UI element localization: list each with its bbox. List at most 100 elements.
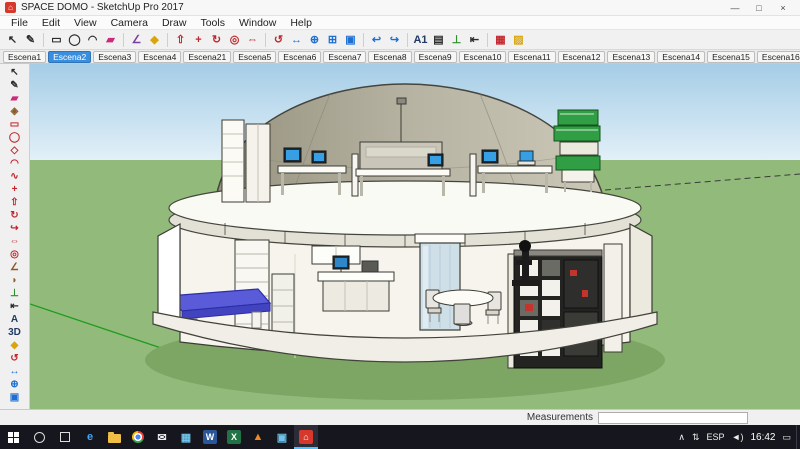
- menu-draw[interactable]: Draw: [155, 16, 194, 30]
- taskbar-edge-icon[interactable]: e: [78, 425, 102, 449]
- rotate-tool-icon[interactable]: ↻: [208, 31, 225, 48]
- scene-tab-escena4[interactable]: Escena4: [138, 51, 181, 63]
- follow-me-tool-icon[interactable]: ↪: [3, 222, 27, 235]
- zoom-extents-tool-icon[interactable]: ▣: [342, 31, 359, 48]
- scene-tab-escena12[interactable]: Escena12: [558, 51, 606, 63]
- taskbar-word-icon[interactable]: W: [198, 425, 222, 449]
- 3d-viewport[interactable]: [30, 64, 800, 409]
- rotate-tool-icon[interactable]: ↻: [3, 209, 27, 222]
- zoom-tool-icon[interactable]: ⊕: [3, 378, 27, 391]
- zoom-tool-icon[interactable]: ⊕: [306, 31, 323, 48]
- scene-tab-escena9[interactable]: Escena9: [414, 51, 457, 63]
- pan-tool-icon[interactable]: ↔: [3, 365, 27, 378]
- minimize-button[interactable]: —: [723, 1, 747, 15]
- scene-tab-escena6[interactable]: Escena6: [278, 51, 321, 63]
- maximize-button[interactable]: □: [747, 1, 771, 15]
- menu-file[interactable]: File: [4, 16, 35, 30]
- select-tool-icon[interactable]: ↖: [3, 66, 27, 79]
- arc-tool-icon[interactable]: ◠: [3, 157, 27, 170]
- arc-tool-icon[interactable]: ◠: [84, 31, 101, 48]
- scale-tool-icon[interactable]: ⇔: [244, 31, 261, 48]
- axes-tool-icon[interactable]: ⊥: [448, 31, 465, 48]
- orbit-tool-icon[interactable]: ↺: [3, 352, 27, 365]
- eraser-tool-icon[interactable]: ▰: [3, 92, 27, 105]
- tray-clock[interactable]: 16:42: [750, 432, 775, 443]
- taskbar-sketchup-icon[interactable]: ⌂: [294, 425, 318, 449]
- rectangle-tool-icon[interactable]: ▭: [48, 31, 65, 48]
- move-tool-icon[interactable]: +: [190, 31, 207, 48]
- rectangle-tool-icon[interactable]: ▭: [3, 118, 27, 131]
- text-tool-icon[interactable]: A: [3, 313, 27, 326]
- circle-tool-icon[interactable]: ◯: [3, 131, 27, 144]
- line-tool-icon[interactable]: ✎: [3, 79, 27, 92]
- scene-tab-escena8[interactable]: Escena8: [368, 51, 411, 63]
- scene-tab-escena3[interactable]: Escena3: [93, 51, 136, 63]
- menu-edit[interactable]: Edit: [35, 16, 67, 30]
- push-pull-tool-icon[interactable]: ⇧: [172, 31, 189, 48]
- eraser-tool-icon[interactable]: ▰: [102, 31, 119, 48]
- zoom-window-tool-icon[interactable]: ⊞: [324, 31, 341, 48]
- tray-volume-icon[interactable]: ◄): [732, 432, 744, 442]
- menu-camera[interactable]: Camera: [104, 16, 155, 30]
- tray-language-indicator[interactable]: ESP: [707, 432, 725, 442]
- polygon-tool-icon[interactable]: ◇: [3, 144, 27, 157]
- previous-view-icon[interactable]: ↩: [368, 31, 385, 48]
- scene-tab-escena7[interactable]: Escena7: [323, 51, 366, 63]
- tray-notifications-icon[interactable]: ▭: [782, 432, 791, 443]
- close-button[interactable]: ×: [771, 1, 795, 15]
- cortana-search-button[interactable]: [26, 425, 52, 449]
- tape-measure-tool-icon[interactable]: ∠: [3, 261, 27, 274]
- scene-tab-escena21[interactable]: Escena21: [183, 51, 231, 63]
- menu-tools[interactable]: Tools: [193, 16, 232, 30]
- dimension-tool-icon[interactable]: ⇤: [3, 300, 27, 313]
- menu-window[interactable]: Window: [232, 16, 283, 30]
- text-tool-icon[interactable]: A1: [412, 31, 429, 48]
- scene-tab-escena13[interactable]: Escena13: [607, 51, 655, 63]
- layers-tool-icon[interactable]: ▦: [492, 31, 509, 48]
- scene-tab-escena2[interactable]: Escena2: [48, 51, 91, 63]
- menu-view[interactable]: View: [67, 16, 104, 30]
- scene-tab-escena16[interactable]: Escena16: [757, 51, 800, 63]
- dimension-tool-icon[interactable]: ⇤: [466, 31, 483, 48]
- circle-tool-icon[interactable]: ◯: [66, 31, 83, 48]
- line-tool-icon[interactable]: ✎: [22, 31, 39, 48]
- offset-tool-icon[interactable]: ◎: [3, 248, 27, 261]
- tray-network-icon[interactable]: ⇅: [692, 432, 700, 443]
- scene-tab-escena1[interactable]: Escena1: [3, 51, 46, 63]
- start-button[interactable]: [0, 425, 26, 449]
- select-tool-icon[interactable]: ↖: [4, 31, 21, 48]
- paint-bucket-tool-icon[interactable]: ◆: [3, 339, 27, 352]
- offset-tool-icon[interactable]: ◎: [226, 31, 243, 48]
- taskbar-mail-icon[interactable]: ✉: [150, 425, 174, 449]
- axes-tool-icon[interactable]: ⊥: [3, 287, 27, 300]
- scene-tab-escena5[interactable]: Escena5: [233, 51, 276, 63]
- paint-bucket-tool-icon[interactable]: ◆: [146, 31, 163, 48]
- zoom-extents-tool-icon[interactable]: ▣: [3, 391, 27, 404]
- taskbar-vlc-icon[interactable]: ▲: [246, 425, 270, 449]
- taskbar-file-explorer-icon[interactable]: [102, 425, 126, 449]
- task-view-button[interactable]: [52, 425, 78, 449]
- model-canvas[interactable]: [30, 64, 800, 409]
- scene-tab-escena14[interactable]: Escena14: [657, 51, 705, 63]
- measurements-input[interactable]: [598, 412, 748, 424]
- scene-tab-escena15[interactable]: Escena15: [707, 51, 755, 63]
- next-view-icon[interactable]: ↪: [386, 31, 403, 48]
- protractor-tool-icon[interactable]: ◗: [3, 274, 27, 287]
- show-desktop-button[interactable]: [796, 425, 800, 449]
- freehand-tool-icon[interactable]: ∿: [3, 170, 27, 183]
- taskbar-photos-icon[interactable]: ▣: [270, 425, 294, 449]
- scale-tool-icon[interactable]: ⇔: [3, 235, 27, 248]
- taskbar-excel-icon[interactable]: X: [222, 425, 246, 449]
- orbit-tool-icon[interactable]: ↺: [270, 31, 287, 48]
- wall-stub-left[interactable]: [158, 224, 180, 324]
- tray-chevron-icon[interactable]: ∧: [678, 432, 685, 443]
- make-component-tool-icon[interactable]: ◈: [3, 105, 27, 118]
- scene-tab-escena11[interactable]: Escena11: [508, 51, 555, 63]
- taskbar-store-icon[interactable]: ▦: [174, 425, 198, 449]
- section-plane-tool-icon[interactable]: ▤: [430, 31, 447, 48]
- 3d-text-tool-icon[interactable]: 3D: [3, 326, 27, 339]
- materials-tool-icon[interactable]: ▨: [510, 31, 527, 48]
- tape-measure-tool-icon[interactable]: ∠: [128, 31, 145, 48]
- menu-help[interactable]: Help: [283, 16, 319, 30]
- pan-tool-icon[interactable]: ↔: [288, 31, 305, 48]
